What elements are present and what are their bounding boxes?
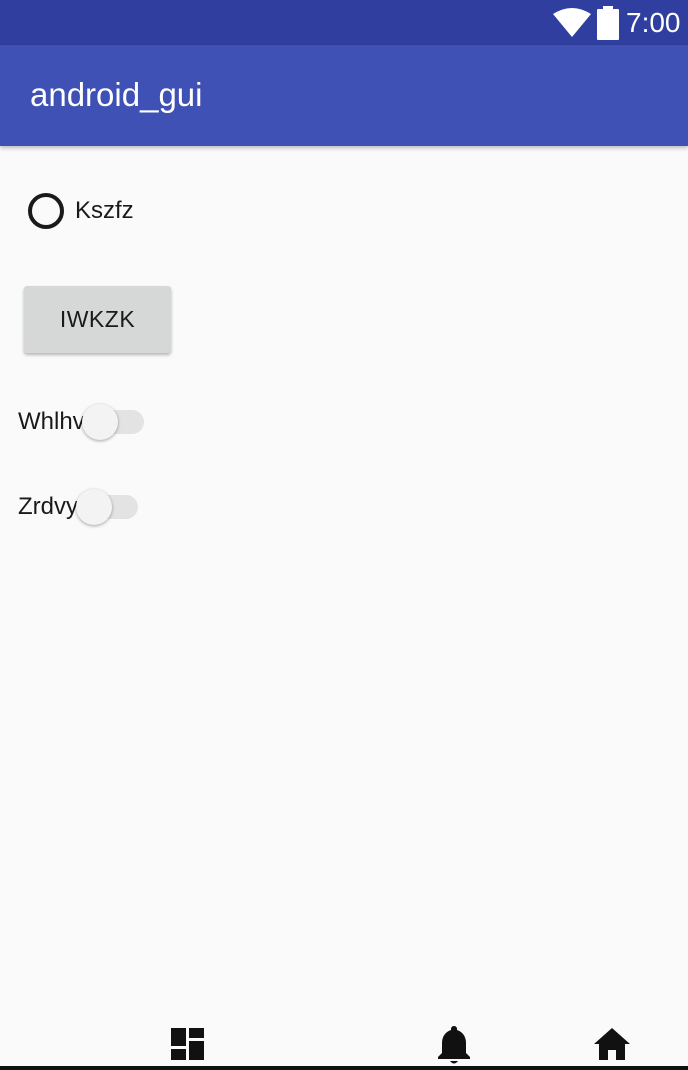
status-time: 7:00 (626, 7, 681, 38)
radio-button[interactable] (28, 193, 64, 229)
switch-row-2[interactable]: Zrdvy (18, 487, 140, 527)
navigation-bar (0, 1020, 688, 1070)
status-bar: 7:00 (0, 0, 688, 45)
radio-option[interactable]: Kszfz (28, 193, 134, 229)
switch-row-1[interactable]: Whlhv (18, 402, 146, 442)
switch-thumb[interactable] (76, 489, 112, 525)
home-icon[interactable] (594, 1028, 630, 1060)
app-title: android_gui (30, 76, 203, 113)
toggle-switch-1[interactable] (81, 402, 146, 442)
dashboard-icon[interactable] (171, 1028, 204, 1060)
switch-label-2: Zrdvy (18, 493, 78, 520)
toggle-switch-2[interactable] (76, 487, 140, 527)
app-bar: android_gui (0, 45, 688, 146)
action-button[interactable]: IWKZK (24, 286, 171, 353)
bell-icon[interactable] (438, 1026, 470, 1064)
radio-label: Kszfz (75, 197, 134, 224)
wifi-icon (553, 8, 591, 37)
nav-bar-edge (0, 1066, 688, 1070)
switch-thumb[interactable] (81, 404, 118, 440)
battery-icon (597, 6, 619, 40)
switch-label-1: Whlhv (18, 408, 85, 435)
